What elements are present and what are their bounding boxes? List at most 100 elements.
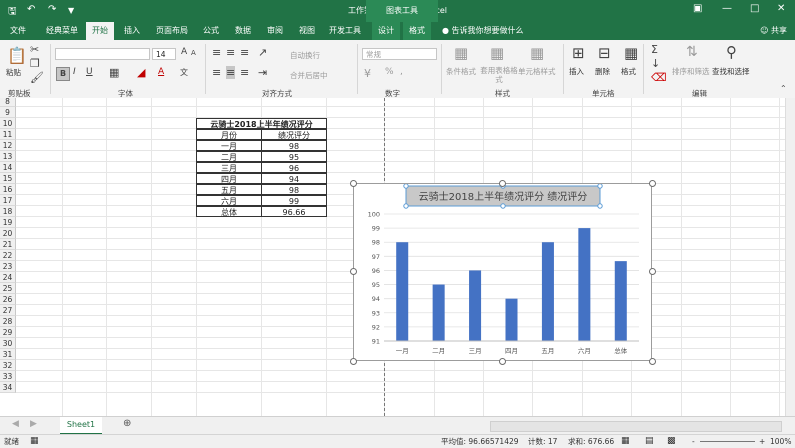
- format-as-table-icon[interactable]: ▦: [490, 44, 504, 62]
- chart-resize-handle[interactable]: [649, 268, 656, 275]
- vertical-scrollbar[interactable]: [785, 98, 795, 416]
- normal-view-icon[interactable]: ▦: [621, 435, 630, 448]
- collapse-ribbon-icon[interactable]: ⌃: [780, 84, 787, 93]
- format-cells-button[interactable]: 格式: [621, 66, 636, 77]
- chart-resize-handle[interactable]: [350, 268, 357, 275]
- delete-cells-icon[interactable]: ⊟: [598, 44, 611, 62]
- align-center-icon[interactable]: ≡: [226, 66, 236, 79]
- horizontal-scrollbar[interactable]: [490, 421, 782, 432]
- tab-11[interactable]: 格式: [403, 22, 431, 40]
- row-header[interactable]: 25: [0, 283, 16, 294]
- font-name-select[interactable]: [55, 48, 150, 60]
- row-header[interactable]: 32: [0, 360, 16, 371]
- chart-resize-handle[interactable]: [499, 180, 506, 187]
- tab-8[interactable]: 视图: [293, 22, 321, 40]
- row-header[interactable]: 26: [0, 294, 16, 305]
- italic-button[interactable]: I: [73, 67, 76, 77]
- title-resize-handle[interactable]: [597, 203, 603, 209]
- indent-icon[interactable]: ⇥: [258, 66, 267, 79]
- row-header[interactable]: 33: [0, 371, 16, 382]
- cell-styles-button[interactable]: 单元格样式: [518, 66, 556, 77]
- table-cell[interactable]: 95: [261, 151, 327, 162]
- merge-center-button[interactable]: 合并后居中: [290, 70, 328, 81]
- row-header[interactable]: 29: [0, 327, 16, 338]
- paste-button[interactable]: 粘贴: [6, 67, 21, 78]
- align-bottom-icon[interactable]: ≡: [240, 46, 249, 59]
- accounting-format-icon[interactable]: ¥: [364, 67, 371, 80]
- tab-2[interactable]: 开始: [86, 22, 114, 40]
- row-header[interactable]: 21: [0, 239, 16, 250]
- title-resize-handle[interactable]: [403, 203, 409, 209]
- table-title[interactable]: 云骑士2018上半年绩况评分: [196, 118, 327, 129]
- table-cell[interactable]: 一月: [196, 140, 262, 151]
- align-left-icon[interactable]: ≡: [212, 66, 221, 79]
- table-header-cell[interactable]: 月份: [196, 129, 262, 140]
- format-as-table-button[interactable]: 套用表格格式: [480, 66, 518, 84]
- restore-icon[interactable]: ▣: [693, 3, 702, 14]
- paste-icon[interactable]: 📋: [7, 46, 27, 65]
- row-header[interactable]: 19: [0, 217, 16, 228]
- chart-resize-handle[interactable]: [649, 358, 656, 365]
- zoom-slider[interactable]: [700, 441, 755, 442]
- row-header[interactable]: 9: [0, 107, 16, 118]
- chart-bar[interactable]: [505, 298, 518, 341]
- underline-button[interactable]: U: [86, 67, 93, 77]
- conditional-format-icon[interactable]: ▦: [454, 44, 468, 62]
- share-button[interactable]: ☺ 共享: [760, 22, 787, 40]
- title-resize-handle[interactable]: [500, 203, 506, 209]
- clear-icon[interactable]: ⌫: [651, 71, 667, 84]
- row-header[interactable]: 17: [0, 195, 16, 206]
- fill-icon[interactable]: ↓: [651, 57, 660, 70]
- tab-10[interactable]: 设计: [372, 22, 400, 40]
- format-painter-icon[interactable]: 🖌: [30, 71, 44, 84]
- table-cell[interactable]: 六月: [196, 195, 262, 206]
- title-resize-handle[interactable]: [597, 183, 603, 189]
- row-header[interactable]: 34: [0, 382, 16, 393]
- chart-bar[interactable]: [432, 284, 445, 341]
- table-cell[interactable]: 四月: [196, 173, 262, 184]
- tab-3[interactable]: 插入: [118, 22, 146, 40]
- page-break-view-icon[interactable]: ▩: [667, 435, 676, 448]
- row-header[interactable]: 24: [0, 272, 16, 283]
- chart-bar[interactable]: [614, 261, 627, 341]
- row-header[interactable]: 8: [0, 98, 16, 107]
- wrap-text-button[interactable]: 自动换行: [290, 50, 320, 61]
- delete-cells-button[interactable]: 删除: [595, 66, 610, 77]
- table-cell[interactable]: 96.66: [261, 206, 327, 217]
- maximize-icon[interactable]: □: [750, 3, 759, 14]
- tab-5[interactable]: 公式: [197, 22, 225, 40]
- row-header[interactable]: 20: [0, 228, 16, 239]
- row-header[interactable]: 31: [0, 349, 16, 360]
- table-cell[interactable]: 三月: [196, 162, 262, 173]
- format-cells-icon[interactable]: ▦: [624, 44, 638, 62]
- row-header[interactable]: 28: [0, 316, 16, 327]
- row-header[interactable]: 27: [0, 305, 16, 316]
- next-sheet-icon[interactable]: ▶: [30, 419, 37, 429]
- tab-9[interactable]: 开发工具: [323, 22, 367, 40]
- table-cell[interactable]: 96: [261, 162, 327, 173]
- sort-filter-button[interactable]: 排序和筛选: [672, 66, 710, 77]
- chart-bar[interactable]: [541, 242, 554, 341]
- insert-cells-icon[interactable]: ⊞: [572, 44, 585, 62]
- row-header[interactable]: 15: [0, 173, 16, 184]
- find-select-button[interactable]: 查找和选择: [712, 66, 750, 77]
- row-header[interactable]: 18: [0, 206, 16, 217]
- table-cell[interactable]: 94: [261, 173, 327, 184]
- row-header[interactable]: 13: [0, 151, 16, 162]
- sort-filter-icon[interactable]: ⇅: [686, 44, 698, 60]
- chart-bar[interactable]: [469, 270, 482, 341]
- close-icon[interactable]: ✕: [777, 3, 785, 14]
- page-layout-view-icon[interactable]: ▤: [645, 435, 654, 448]
- shrink-font-icon[interactable]: A: [191, 49, 196, 57]
- tab-7[interactable]: 审阅: [261, 22, 289, 40]
- row-header[interactable]: 22: [0, 250, 16, 261]
- cell-styles-icon[interactable]: ▦: [530, 44, 544, 62]
- chart-resize-handle[interactable]: [350, 358, 357, 365]
- minimize-icon[interactable]: —: [722, 3, 732, 14]
- chart-title[interactable]: 云骑士2018上半年绩况评分 绩况评分: [419, 190, 588, 203]
- chart-resize-handle[interactable]: [649, 180, 656, 187]
- font-size-select[interactable]: 14: [152, 48, 176, 60]
- table-header-cell[interactable]: 绩况评分: [261, 129, 327, 140]
- grow-font-icon[interactable]: A: [181, 47, 187, 57]
- table-cell[interactable]: 98: [261, 140, 327, 151]
